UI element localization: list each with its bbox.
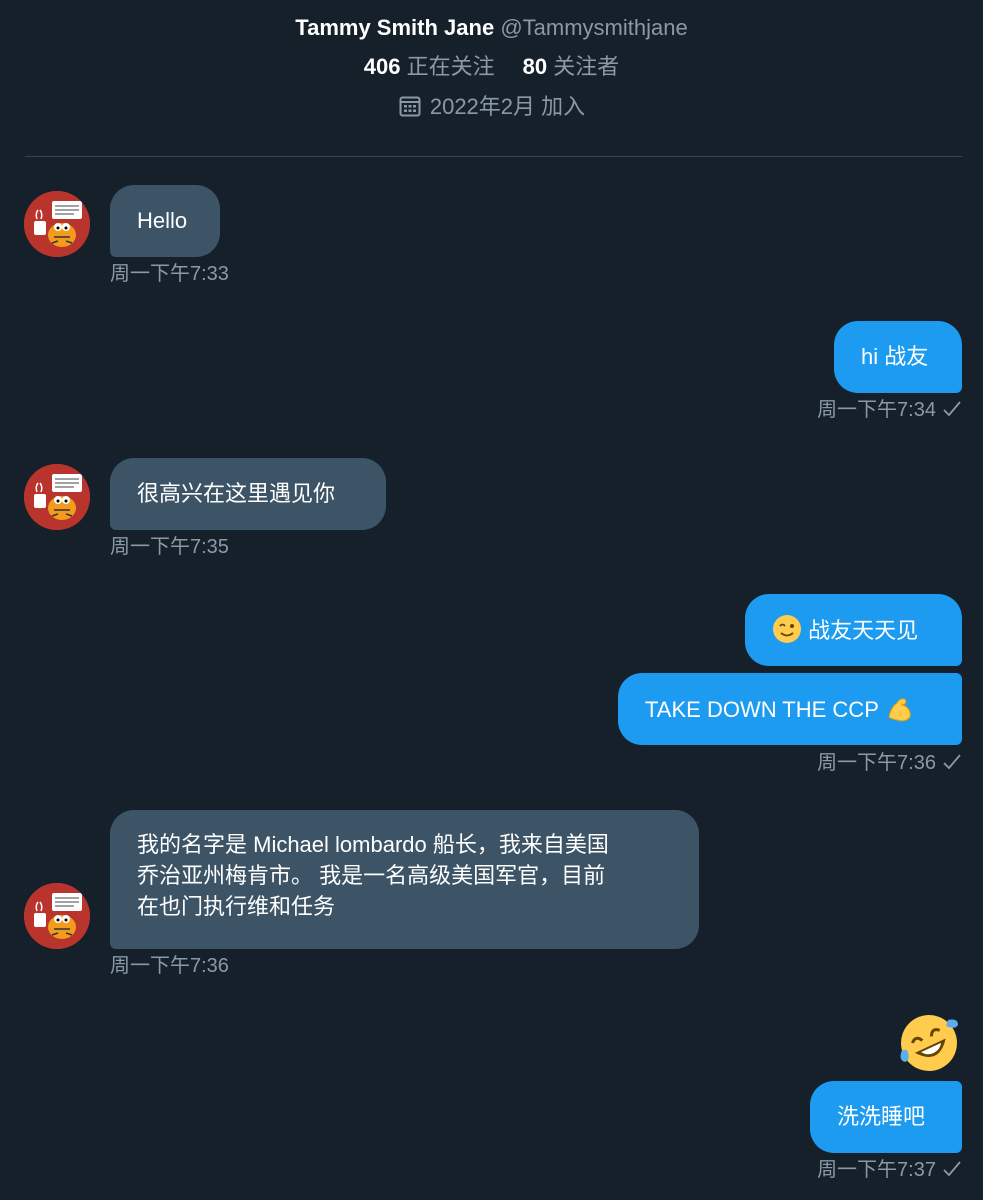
message-text: Hello [137, 208, 188, 233]
message-timestamp: 周一下午7:34 [817, 399, 936, 421]
winking-face-icon [772, 614, 802, 652]
profile-name-line: Tammy Smith Jane @Tammysmithjane [0, 14, 983, 42]
message-timestamp: 周一下午7:35 [110, 536, 229, 558]
message-text-line: 我的名字是 Michael lombardo 船长，我来自美国 [137, 832, 609, 857]
garfield-avatar[interactable] [24, 191, 90, 257]
message-timestamp: 周一下午7:33 [110, 263, 229, 285]
outgoing-message-bubble[interactable]: 洗洗睡吧 [810, 1081, 962, 1153]
rolling-on-the-floor-laughing-icon[interactable] [896, 1010, 962, 1081]
message-timestamp: 周一下午7:36 [110, 955, 229, 977]
message-timestamp: 周一下午7:36 [817, 752, 936, 774]
message-timestamp-row: 周一下午7:37 [817, 1158, 962, 1185]
profile-handle[interactable]: @Tammysmithjane [500, 15, 687, 40]
following-count: 406 [363, 54, 401, 79]
followers-label: 关注者 [553, 54, 620, 79]
following-stat[interactable]: 406 正在关注 [364, 54, 495, 79]
message-text: 战友天天见 [808, 618, 919, 643]
outgoing-message-bubble[interactable]: hi 战友 [834, 321, 962, 393]
message-timestamp-row: 周一下午7:34 [817, 398, 962, 425]
profile-stats: 406 正在关注 80 关注者 [0, 53, 983, 81]
incoming-message-bubble[interactable]: Hello [110, 185, 220, 257]
dm-conversation: Tammy Smith Jane @Tammysmithjane 406 正在关… [0, 0, 983, 1200]
message-text: 很高兴在这里遇见你 [137, 481, 336, 506]
message-timestamp-row: 周一下午7:36 [817, 751, 962, 778]
outgoing-message-bubble[interactable]: 战友天天见 [745, 594, 962, 666]
checkmark-icon [942, 399, 962, 425]
outgoing-message-bubble[interactable]: TAKE DOWN THE CCP [618, 673, 962, 745]
joined-date: 2022年2月 加入 [429, 94, 586, 119]
garfield-avatar[interactable] [24, 883, 90, 949]
followers-stat[interactable]: 80 关注者 [523, 54, 620, 79]
message-text-line: 在也门执行维和任务 [137, 894, 336, 919]
followers-count: 80 [522, 54, 548, 79]
profile-header: Tammy Smith Jane @Tammysmithjane 406 正在关… [0, 0, 983, 160]
message-text-line: 乔治亚州梅肯市。 我是一名高级美国军官，目前 [137, 863, 606, 888]
profile-joined: 2022年2月 加入 [0, 93, 983, 125]
message-text: hi 战友 [861, 344, 929, 369]
message-text: TAKE DOWN THE CCP [645, 697, 879, 722]
flexed-biceps-icon [885, 693, 917, 731]
incoming-message-bubble[interactable]: 很高兴在这里遇见你 [110, 458, 386, 530]
profile-display-name[interactable]: Tammy Smith Jane [295, 15, 494, 40]
following-label: 正在关注 [406, 54, 495, 79]
checkmark-icon [942, 1159, 962, 1185]
message-text: 洗洗睡吧 [837, 1104, 926, 1129]
incoming-message-bubble[interactable]: 我的名字是 Michael lombardo 船长，我来自美国 乔治亚州梅肯市。… [110, 810, 699, 949]
calendar-icon [398, 94, 422, 125]
garfield-avatar[interactable] [24, 464, 90, 530]
header-divider [25, 156, 962, 157]
message-timestamp: 周一下午7:37 [817, 1159, 936, 1181]
checkmark-icon [942, 752, 962, 778]
